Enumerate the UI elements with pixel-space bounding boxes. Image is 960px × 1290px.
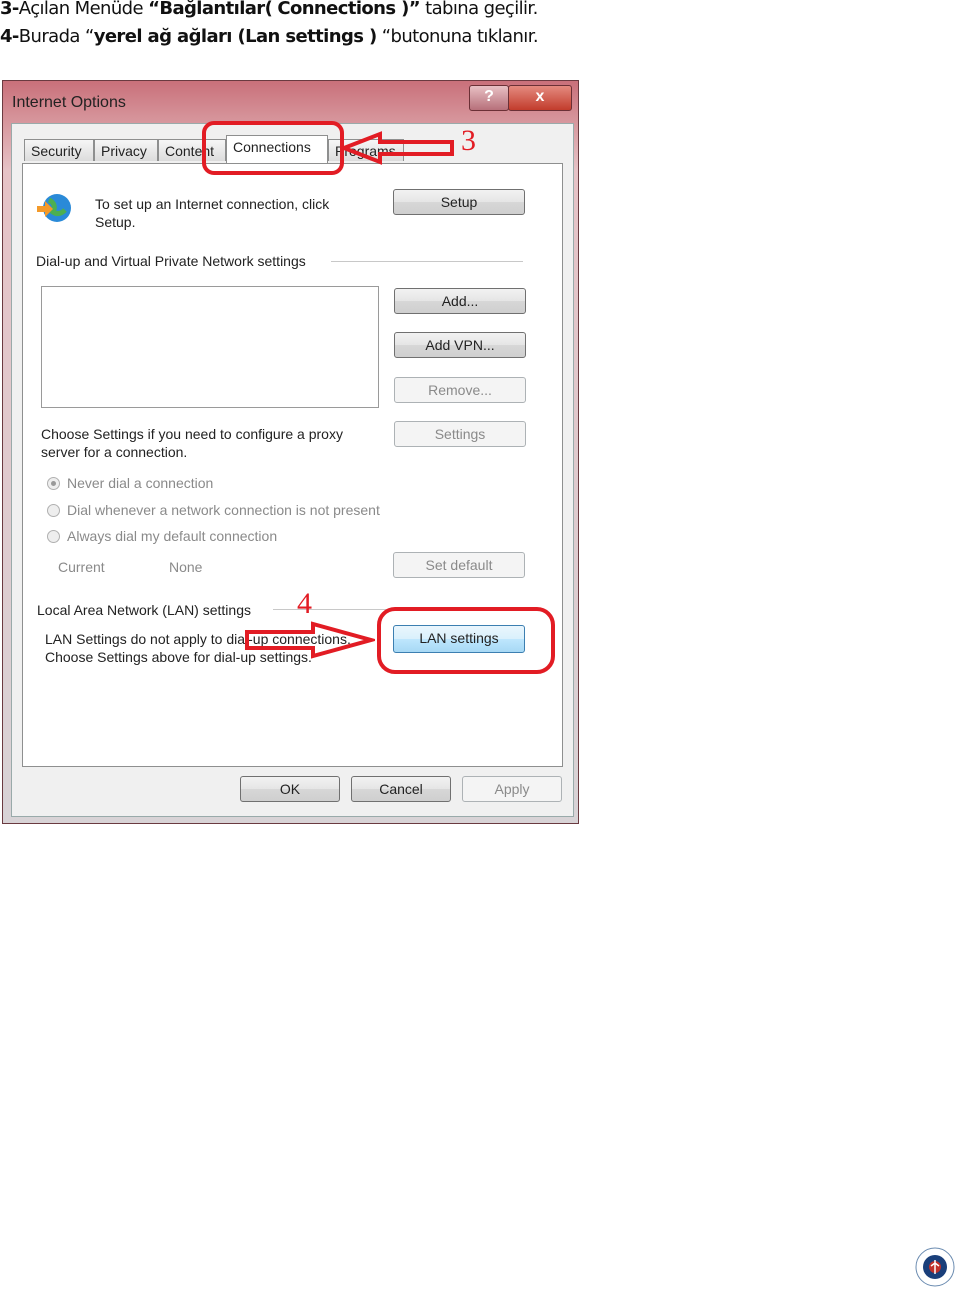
arrow-left-icon <box>340 131 454 165</box>
help-button[interactable]: ? <box>469 85 509 111</box>
add-vpn-button[interactable]: Add VPN... <box>394 332 526 358</box>
radio-label: Always dial my default connection <box>67 528 278 544</box>
instruction-step-3: 3-Açılan Menüde “Bağlantılar( Connection… <box>0 0 538 19</box>
radio-dial-whenever[interactable] <box>47 504 60 517</box>
dialog-title: Internet Options <box>12 94 126 111</box>
radio-label: Dial whenever a network connection is no… <box>67 502 380 518</box>
step-3-label: 3 <box>461 124 476 157</box>
setup-text-1: To set up an Internet connection, click <box>95 196 330 212</box>
dialog-client: Security Privacy Content Connections Pro… <box>11 123 574 817</box>
proxy-text-1: Choose Settings if you need to configure… <box>41 426 343 442</box>
tab-security[interactable]: Security <box>24 139 94 161</box>
lan-heading: Local Area Network (LAN) settings <box>37 602 251 618</box>
instruction-step-4: 4-Burada “yerel ağ ağları (Lan settings … <box>0 26 539 47</box>
current-label: Current <box>58 559 105 575</box>
add-button[interactable]: Add... <box>394 288 526 314</box>
ok-button[interactable]: OK <box>240 776 340 802</box>
globe-network-icon <box>37 194 71 222</box>
step-4-label: 4 <box>297 587 312 620</box>
university-logo <box>915 1247 955 1287</box>
highlight-lan-button <box>377 607 555 674</box>
radio-never-dial[interactable] <box>47 477 60 490</box>
setup-button[interactable]: Setup <box>393 189 525 215</box>
cancel-button[interactable]: Cancel <box>351 776 451 802</box>
close-button[interactable]: x <box>508 85 572 111</box>
divider <box>331 261 523 262</box>
connections-panel: To set up an Internet connection, click … <box>22 163 563 767</box>
set-default-button[interactable]: Set default <box>393 552 525 578</box>
arrow-right-icon <box>245 621 375 659</box>
internet-options-dialog: Internet Options ? x Security Privacy Co… <box>2 80 579 824</box>
radio-always-dial[interactable] <box>47 530 60 543</box>
connections-list[interactable] <box>41 286 379 408</box>
remove-button[interactable]: Remove... <box>394 377 526 403</box>
apply-button[interactable]: Apply <box>462 776 562 802</box>
dialup-heading: Dial-up and Virtual Private Network sett… <box>36 253 306 269</box>
settings-button[interactable]: Settings <box>394 421 526 447</box>
tab-connections[interactable]: Connections <box>226 135 328 163</box>
tab-privacy[interactable]: Privacy <box>94 139 158 161</box>
current-value: None <box>169 559 203 575</box>
setup-text-2: Setup. <box>95 214 136 230</box>
radio-label: Never dial a connection <box>67 475 214 491</box>
proxy-text-2: server for a connection. <box>41 444 188 460</box>
